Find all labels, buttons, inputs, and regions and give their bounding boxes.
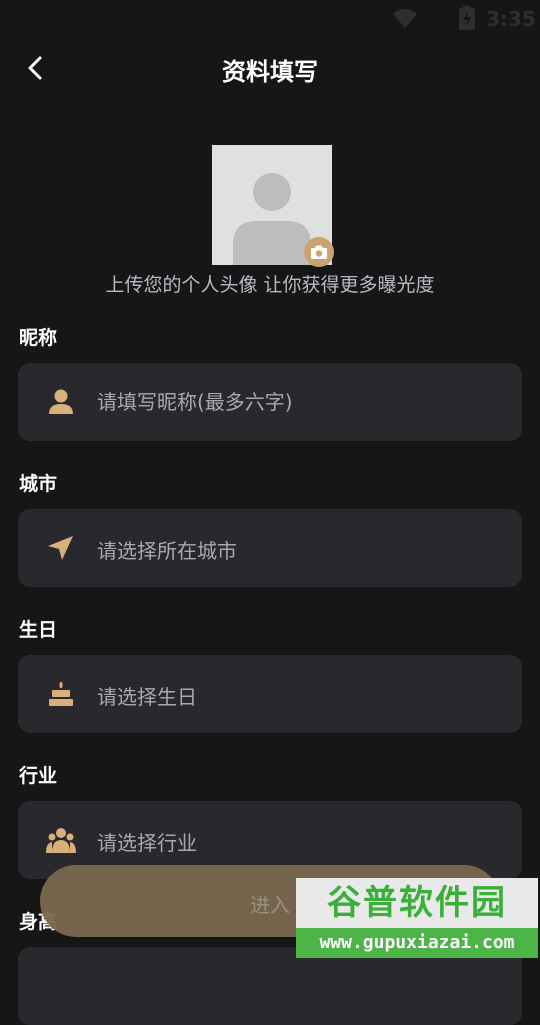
birthday-field[interactable]: 请选择生日 bbox=[18, 655, 522, 733]
height-field[interactable] bbox=[18, 947, 522, 1025]
camera-button[interactable] bbox=[304, 237, 334, 267]
group-icon bbox=[46, 828, 76, 853]
watermark-title: 谷普软件园 bbox=[296, 878, 538, 928]
city-label: 城市 bbox=[19, 473, 58, 495]
nickname-field[interactable] bbox=[18, 363, 522, 441]
nickname-label: 昵称 bbox=[19, 327, 58, 349]
city-placeholder: 请选择所在城市 bbox=[97, 539, 237, 563]
person-icon bbox=[49, 389, 73, 414]
industry-placeholder: 请选择行业 bbox=[97, 831, 197, 855]
navigation-bar: 资料填写 bbox=[0, 36, 540, 100]
nickname-input[interactable] bbox=[97, 383, 497, 421]
cake-icon bbox=[49, 682, 73, 706]
avatar-upload[interactable] bbox=[212, 145, 334, 267]
page-title: 资料填写 bbox=[222, 58, 318, 86]
industry-label: 行业 bbox=[19, 765, 58, 787]
birthday-label: 生日 bbox=[19, 619, 58, 641]
battery-charging-icon bbox=[459, 6, 475, 30]
watermark-url: www.gupuxiazai.com bbox=[296, 928, 538, 958]
avatar-tip: 上传您的个人头像 让你获得更多曝光度 bbox=[105, 274, 435, 296]
birthday-placeholder: 请选择生日 bbox=[97, 685, 197, 709]
wifi-icon bbox=[393, 9, 417, 28]
status-time: 3:35 bbox=[486, 7, 536, 31]
city-field[interactable]: 请选择所在城市 bbox=[18, 509, 522, 587]
location-arrow-icon bbox=[48, 536, 73, 560]
watermark-logo: 谷普软件园 www.gupuxiazai.com bbox=[296, 878, 538, 958]
camera-icon bbox=[311, 245, 327, 259]
status-bar: 3:35 bbox=[0, 0, 540, 36]
